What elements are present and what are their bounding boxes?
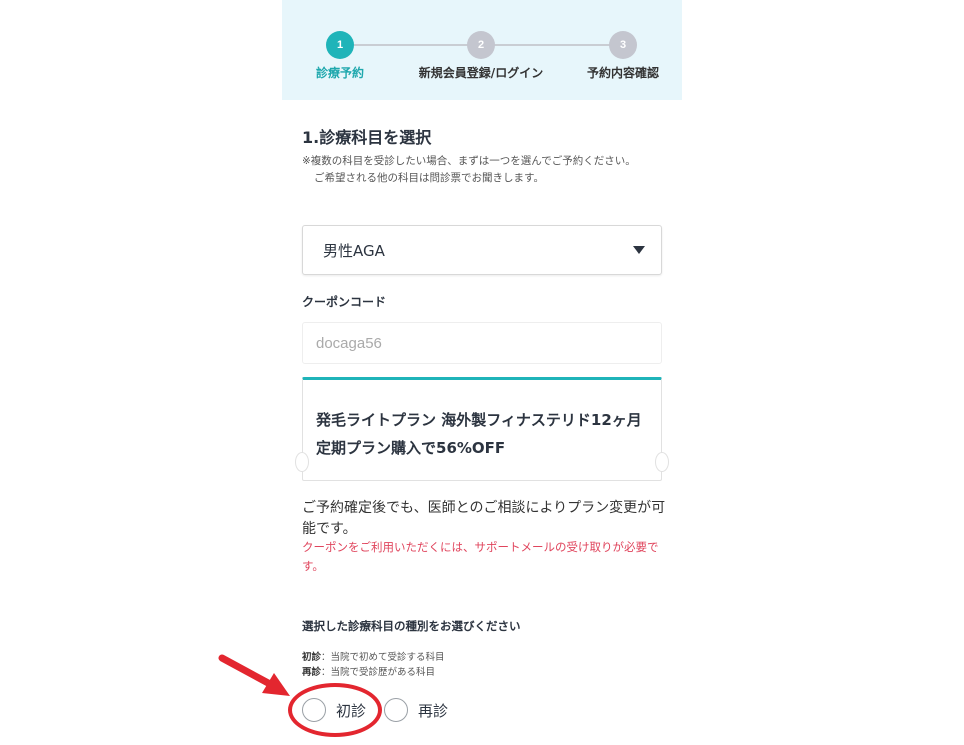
repeat-visit-definition: 再診：当院で受診歴がある科目 [302, 664, 435, 678]
plan-change-note: ご予約確定後でも、医師とのご相談によりプラン変更が可能です。 [302, 500, 666, 537]
visit-type-title: 選択した診療科目の種別をお選びください [302, 619, 521, 633]
repeat-visit-desc: ：当院で受診歴がある科目 [321, 667, 436, 678]
ticket-notch-left [295, 452, 309, 472]
coupon-warning-text: クーポンをご利用いただくには、サポートメールの受け取りが必要です。 [302, 540, 659, 573]
coupon-ticket-text: 発毛ライトプラン 海外製フィナステリド12ヶ月定期プラン購入で56%OFF [316, 411, 642, 457]
radio-repeat-visit[interactable]: 再診 [384, 697, 448, 723]
department-note: ※複数の科目を受診したい場合、まずは一つを選んでご予約ください。 ご希望される他… [302, 153, 672, 187]
step-3-indicator: 3 [609, 31, 637, 59]
department-note-line-2: ご希望される他の科目は問診票でお聞きします。 [314, 172, 544, 184]
section-title: 1.診療科目を選択 [302, 128, 432, 147]
department-note-line-1: ※複数の科目を受診したい場合、まずは一つを選んでご予約ください。 [302, 155, 636, 167]
first-visit-desc: ：当院で初めて受診する科目 [321, 652, 445, 663]
department-select-value: 男性AGA [323, 241, 385, 260]
coupon-ticket: 発毛ライトプラン 海外製フィナステリド12ヶ月定期プラン購入で56%OFF [295, 377, 669, 481]
red-arrow-icon [218, 654, 290, 696]
caret-down-icon [633, 246, 645, 254]
progress-stepper: 1 診療予約 2 新規会員登録/ログイン 3 予約内容確認 [282, 0, 682, 100]
highlight-circle-annotation [288, 683, 382, 737]
coupon-code-label: クーポンコード [302, 295, 387, 309]
step-1-indicator: 1 [326, 31, 354, 59]
step-2-label: 新規会員登録/ログイン [418, 66, 544, 80]
coupon-code-value: docaga56 [316, 334, 382, 352]
radio-repeat-visit-label: 再診 [418, 701, 449, 720]
radio-circle-icon[interactable] [384, 698, 408, 722]
step-connector-2 [494, 44, 624, 46]
first-visit-definition: 初診：当院で初めて受診する科目 [302, 649, 445, 663]
ticket-notch-right [655, 452, 669, 472]
step-2-indicator: 2 [467, 31, 495, 59]
first-visit-term: 初診 [302, 652, 322, 663]
step-connector-1 [354, 44, 484, 46]
department-select[interactable]: 男性AGA [302, 225, 662, 275]
step-3-label: 予約内容確認 [586, 66, 660, 80]
step-1-label: 診療予約 [315, 66, 365, 80]
repeat-visit-term: 再診 [302, 667, 322, 678]
coupon-code-input[interactable]: docaga56 [302, 322, 662, 364]
